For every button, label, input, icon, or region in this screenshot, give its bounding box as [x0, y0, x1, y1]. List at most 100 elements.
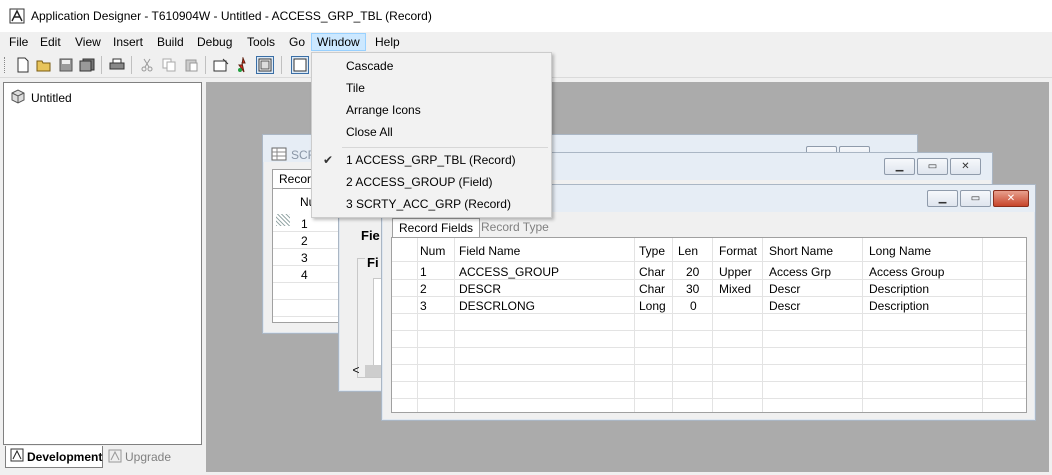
menu-edit[interactable]: Edit	[35, 33, 66, 51]
paste-icon[interactable]	[182, 56, 200, 74]
window-title: Application Designer - T610904W - Untitl…	[31, 9, 432, 23]
cell-type[interactable]: Char	[639, 282, 665, 296]
tab-development[interactable]: Development	[5, 446, 103, 468]
tab-record-fields[interactable]: Record Fields	[392, 218, 481, 237]
column-header-format[interactable]: Format	[719, 244, 757, 258]
menu-item-close-all[interactable]: Close All	[314, 121, 550, 143]
window-access-grp-tbl[interactable]: ▁ ▭ ✕ Record Fields Record Type Num Fiel…	[381, 184, 1036, 421]
field-label: Fie	[361, 228, 380, 243]
app-designer-icon	[9, 8, 25, 24]
workspace-tabs: Development Upgrade	[3, 446, 202, 470]
menu-build[interactable]: Build	[152, 33, 189, 51]
row-selector-icon[interactable]	[276, 214, 290, 226]
table-row-num: 2	[301, 234, 308, 248]
record-icon	[271, 147, 287, 164]
menu-help[interactable]: Help	[370, 33, 405, 51]
menu-insert[interactable]: Insert	[108, 33, 148, 51]
project-icon	[10, 88, 26, 107]
menu-file[interactable]: File	[4, 33, 33, 51]
development-icon	[10, 448, 24, 465]
properties-icon[interactable]	[212, 56, 230, 74]
cell-field-name[interactable]: DESCRLONG	[459, 299, 535, 313]
scroll-left-button[interactable]: <	[349, 363, 363, 377]
table-row-num: 3	[301, 251, 308, 265]
window-controls-record: ▁ ▭ ✕	[927, 190, 1029, 207]
title-bar: Application Designer - T610904W - Untitl…	[0, 0, 1052, 32]
menu-item-arrange-icons[interactable]: Arrange Icons	[314, 99, 550, 121]
cell-long-name[interactable]: Description	[869, 282, 929, 296]
menu-window[interactable]: Window	[311, 33, 366, 51]
column-header-len[interactable]: Len	[678, 244, 698, 258]
maximize-button[interactable]: ▭	[917, 158, 948, 175]
window-controls-field: ▁ ▭ ✕	[884, 158, 981, 175]
maximize-button[interactable]: ▭	[960, 190, 991, 207]
tab-record-type[interactable]: Record Type	[475, 218, 555, 237]
menu-tools[interactable]: Tools	[242, 33, 280, 51]
print-icon[interactable]	[108, 56, 126, 74]
save-icon[interactable]	[57, 56, 75, 74]
cell-type[interactable]: Char	[639, 265, 665, 279]
toolbar-grip[interactable]	[4, 57, 7, 73]
cell-field-name[interactable]: DESCR	[459, 282, 501, 296]
cell-num[interactable]: 3	[420, 299, 427, 313]
column-header-field-name[interactable]: Field Name	[459, 244, 520, 258]
cell-format[interactable]: Upper	[719, 265, 752, 279]
column-header-num[interactable]: Num	[420, 244, 445, 258]
menu-item-cascade[interactable]: Cascade	[314, 55, 550, 77]
tree-item-untitled[interactable]: Untitled	[10, 88, 72, 107]
menu-item-label: Close All	[346, 125, 393, 139]
tree-item-label: Untitled	[31, 90, 72, 105]
cell-long-name[interactable]: Access Group	[869, 265, 944, 279]
menu-go[interactable]: Go	[284, 33, 310, 51]
project-workspace: Untitled	[3, 82, 202, 445]
menu-item-label: Arrange Icons	[346, 103, 421, 117]
menu-item-window-3[interactable]: 3 SCRTY_ACC_GRP (Record)	[314, 193, 550, 215]
table-row-num: 4	[301, 268, 308, 282]
column-header-long-name[interactable]: Long Name	[869, 244, 931, 258]
menu-separator	[342, 147, 548, 148]
cell-field-name[interactable]: ACCESS_GROUP	[459, 265, 559, 279]
new-icon[interactable]	[14, 56, 32, 74]
menu-item-label: Tile	[346, 81, 365, 95]
cell-short-name[interactable]: Access Grp	[769, 265, 831, 279]
column-header-short-name[interactable]: Short Name	[769, 244, 833, 258]
record-fields-grid: Num Field Name Type Len Format Short Nam…	[391, 237, 1027, 413]
cell-len[interactable]: 20	[686, 265, 699, 279]
cut-icon[interactable]	[138, 56, 156, 74]
cell-num[interactable]: 2	[420, 282, 427, 296]
run-icon[interactable]	[234, 56, 252, 74]
cell-num[interactable]: 1	[420, 265, 427, 279]
close-button[interactable]: ✕	[950, 158, 981, 175]
menu-view[interactable]: View	[70, 33, 106, 51]
cell-type[interactable]: Long	[639, 299, 666, 313]
menu-bar: File Edit View Insert Build Debug Tools …	[0, 32, 1052, 52]
menu-item-window-2[interactable]: 2 ACCESS_GROUP (Field)	[314, 171, 550, 193]
tab-upgrade[interactable]: Upgrade	[104, 446, 184, 468]
cell-short-name[interactable]: Descr	[769, 282, 800, 296]
save-all-icon[interactable]	[78, 56, 96, 74]
close-button[interactable]: ✕	[993, 190, 1029, 207]
minimize-button[interactable]: ▁	[927, 190, 958, 207]
checkmark-icon: ✔	[323, 153, 334, 167]
menu-item-label: 3 SCRTY_ACC_GRP (Record)	[346, 197, 511, 211]
menu-item-tile[interactable]: Tile	[314, 77, 550, 99]
copy-icon[interactable]	[160, 56, 178, 74]
cell-long-name[interactable]: Description	[869, 299, 929, 313]
cell-short-name[interactable]: Descr	[769, 299, 800, 313]
window-menu-dropdown: Cascade Tile Arrange Icons Close All ✔ 1…	[311, 52, 552, 218]
tab-development-label: Development	[27, 449, 103, 464]
object-icon[interactable]	[291, 56, 309, 74]
menu-item-label: 2 ACCESS_GROUP (Field)	[346, 175, 493, 189]
cell-len[interactable]: 30	[686, 282, 699, 296]
menu-debug[interactable]: Debug	[192, 33, 237, 51]
menu-item-window-1[interactable]: ✔ 1 ACCESS_GRP_TBL (Record)	[314, 149, 550, 171]
minimize-button[interactable]: ▁	[884, 158, 915, 175]
tab-upgrade-label: Upgrade	[125, 450, 172, 464]
cell-format[interactable]: Mixed	[719, 282, 751, 296]
column-header-type[interactable]: Type	[639, 244, 665, 258]
open-icon[interactable]	[35, 56, 53, 74]
cell-len[interactable]: 0	[690, 299, 697, 313]
toolbar-separator	[281, 56, 282, 74]
project-workspace-icon[interactable]	[256, 56, 274, 74]
table-row-num: 1	[301, 217, 308, 231]
